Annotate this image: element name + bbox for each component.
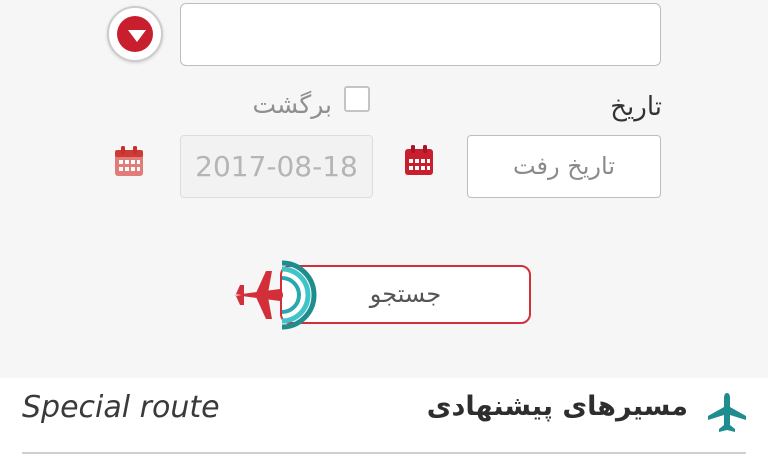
return-checkbox[interactable]	[344, 86, 370, 112]
date-label: تاریخ	[610, 92, 662, 122]
special-routes-title-en: Special route	[22, 390, 220, 425]
return-date-input[interactable]: 2017-08-18	[180, 135, 373, 198]
airplane-icon	[708, 393, 746, 432]
selection-field[interactable]	[180, 3, 661, 66]
depart-date-input[interactable]: تاریخ رفت	[467, 135, 661, 198]
chevron-down-icon	[128, 30, 146, 42]
plane-logo-icon	[234, 260, 317, 330]
calendar-icon[interactable]	[402, 143, 436, 177]
flight-search-screen: برگشت تاریخ 2017-08-18 تاریخ رفت جستجو S…	[0, 0, 768, 460]
return-label: برگشت	[252, 90, 332, 119]
divider	[22, 452, 746, 454]
calendar-icon[interactable]	[112, 144, 146, 178]
dropdown-toggle-button[interactable]	[107, 6, 163, 62]
special-routes-title-fa: مسیرهای پیشنهادی	[426, 391, 688, 422]
